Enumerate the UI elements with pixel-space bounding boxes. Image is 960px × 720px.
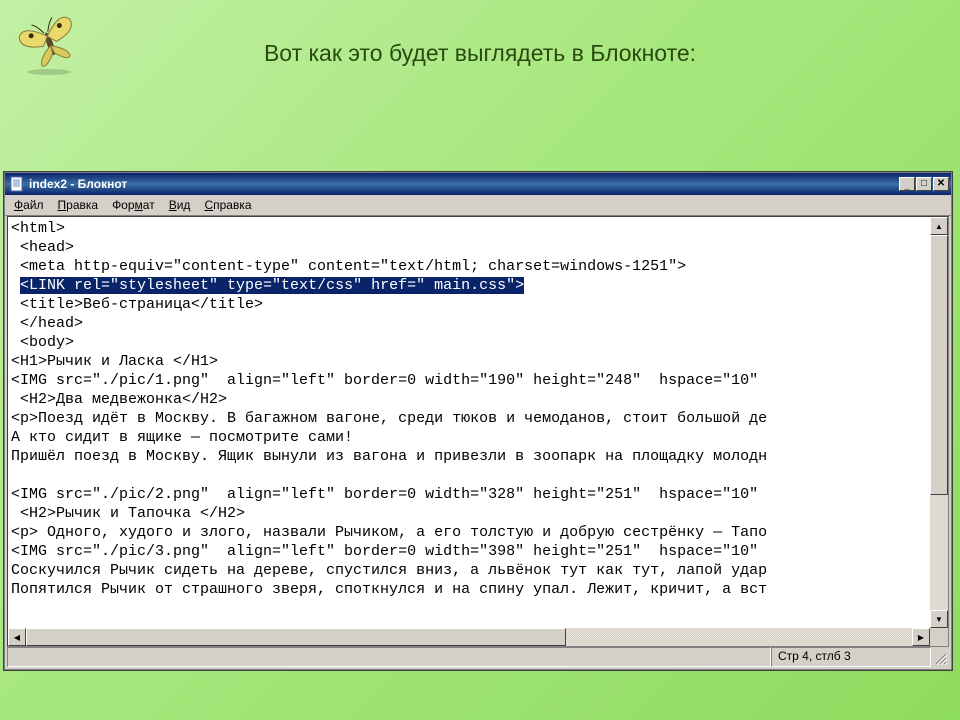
arrow-left-icon: ◀ xyxy=(14,633,20,642)
horizontal-scroll-thumb[interactable] xyxy=(26,628,566,646)
scroll-right-button[interactable]: ▶ xyxy=(912,628,930,646)
arrow-right-icon: ▶ xyxy=(918,633,924,642)
slide-title: Вот как это будет выглядеть в Блокноте: xyxy=(0,40,960,67)
scroll-corner xyxy=(930,628,948,646)
statusbar: Стр 4, стлб 3 xyxy=(7,647,949,667)
scroll-left-button[interactable]: ◀ xyxy=(8,628,26,646)
horizontal-scroll-track[interactable] xyxy=(26,628,912,646)
notepad-icon xyxy=(9,176,25,192)
minimize-button[interactable]: _ xyxy=(899,177,915,191)
grip-icon xyxy=(934,652,948,666)
menu-view[interactable]: Вид xyxy=(162,197,198,213)
menu-edit[interactable]: Правка xyxy=(51,197,106,213)
arrow-up-icon: ▲ xyxy=(935,222,943,231)
scroll-up-button[interactable]: ▲ xyxy=(930,217,948,235)
menu-format[interactable]: Формат xyxy=(105,197,162,213)
status-cursor-position: Стр 4, стлб 3 xyxy=(771,647,931,667)
slide-background: Вот как это будет выглядеть в Блокноте: … xyxy=(0,0,960,720)
text-after-selection: <title>Веб-страница</title> </head> <bod… xyxy=(11,296,767,598)
close-button[interactable]: ✕ xyxy=(933,177,949,191)
scroll-down-button[interactable]: ▼ xyxy=(930,610,948,628)
text-editor[interactable]: <html> <head> <meta http-equiv="content-… xyxy=(8,217,930,628)
menu-help[interactable]: Справка xyxy=(197,197,258,213)
resize-grip[interactable] xyxy=(931,647,949,667)
vertical-scroll-track[interactable] xyxy=(930,235,948,610)
client-area: <html> <head> <meta http-equiv="content-… xyxy=(7,216,949,647)
maximize-button[interactable]: □ xyxy=(916,177,932,191)
menubar: Файл Правка Формат Вид Справка xyxy=(5,195,951,216)
notepad-window: index2 - Блокнот _ □ ✕ Файл Правка Форма… xyxy=(4,172,952,670)
vertical-scrollbar[interactable]: ▲ ▼ xyxy=(930,217,948,628)
menu-file[interactable]: Файл xyxy=(7,197,51,213)
window-title: index2 - Блокнот xyxy=(29,177,899,191)
text-selection: <LINK rel="stylesheet" type="text/css" h… xyxy=(20,277,524,294)
window-controls: _ □ ✕ xyxy=(899,177,949,191)
arrow-down-icon: ▼ xyxy=(935,615,943,624)
vertical-scroll-thumb[interactable] xyxy=(930,235,948,495)
titlebar[interactable]: index2 - Блокнот _ □ ✕ xyxy=(5,173,951,195)
horizontal-scrollbar[interactable]: ◀ ▶ xyxy=(8,628,930,646)
status-pane-main xyxy=(7,647,771,667)
